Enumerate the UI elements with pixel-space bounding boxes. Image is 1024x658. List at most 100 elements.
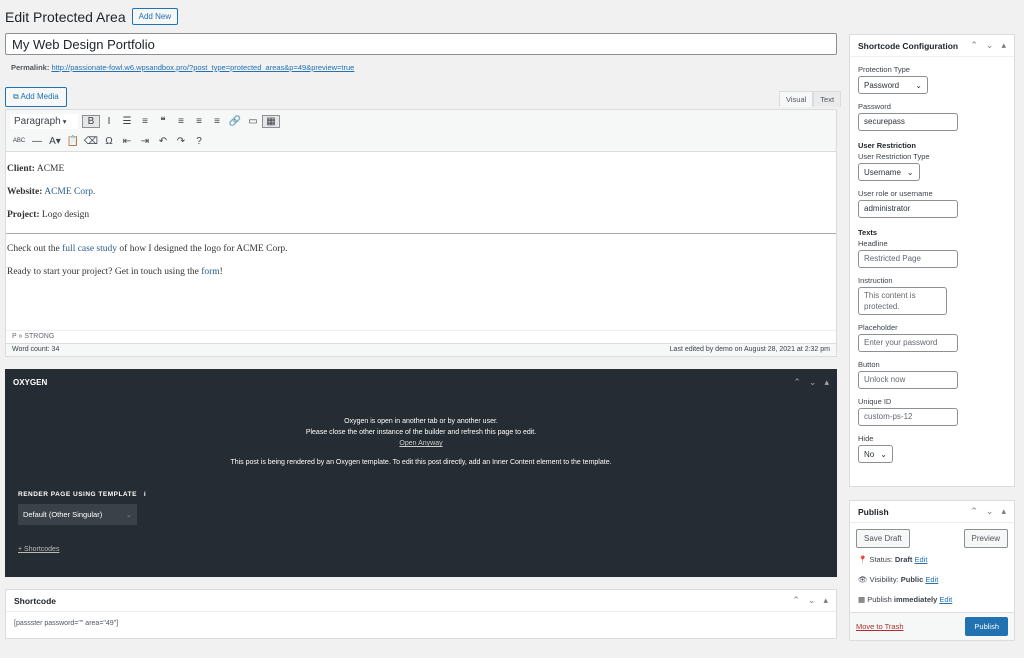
open-anyway-link[interactable]: Open Anyway — [399, 440, 442, 447]
password-input[interactable]: securepass — [858, 113, 958, 131]
publish-box: Publish ⌃ ⌄ ▴ Save Draft Preview 📍 Status: D… — [849, 500, 1015, 641]
user-restriction-heading: User Restriction — [858, 141, 916, 150]
editor: Paragraph ▾ B I ☰ ≡ ❝ ≡ ≡ ≡ 🔗 ▭ ▦ ABC — A▾ 📋 ⌫ Ω ⇤ ⇥ ↶ ↷? Cl… — [5, 109, 837, 357]
instruction-label: Instruction — [858, 276, 893, 285]
move-up-icon[interactable]: ⌃ — [792, 595, 800, 606]
post-title-input[interactable]: My Web Design Portfolio — [5, 33, 837, 55]
align-center-icon[interactable]: ≡ — [190, 116, 208, 127]
password-label: Password — [858, 102, 891, 111]
add-media-label: Add Media — [20, 92, 59, 101]
move-down-icon[interactable]: ⌄ — [809, 377, 817, 388]
help-icon[interactable]: ? — [190, 136, 208, 147]
restriction-type-select[interactable]: Username ⌄ — [858, 163, 920, 181]
oxygen-box: OXYGEN ⌃ ⌄ ▴ Oxygen is open in another tab… — [5, 369, 837, 577]
outdent-icon[interactable]: ⇤ — [118, 136, 136, 147]
editor-content[interactable]: Client: ACME Website: ACME Corp. Project… — [6, 152, 836, 330]
collapse-icon[interactable]: ▴ — [823, 595, 828, 606]
permalink: Permalink: http://passionate-fowl.w6.wps… — [11, 63, 354, 72]
link-icon[interactable]: 🔗 — [226, 116, 244, 127]
unique-id-input[interactable]: custom-ps-12 — [858, 408, 958, 426]
chevron-down-icon: ⌄ — [125, 510, 132, 519]
page-title: Edit Protected Area — [5, 8, 126, 25]
move-down-icon[interactable]: ⌄ — [986, 506, 994, 517]
headline-input[interactable]: Restricted Page — [858, 250, 958, 268]
italic-icon[interactable]: I — [100, 116, 118, 127]
user-input[interactable]: administrator — [858, 200, 958, 218]
pin-icon: 📍 — [858, 555, 868, 564]
shortcodes-link[interactable]: + Shortcodes — [18, 546, 59, 553]
strikethrough-icon[interactable]: ABC — [10, 138, 28, 144]
bullet-list-icon[interactable]: ☰ — [118, 116, 136, 127]
toolbar-toggle-icon[interactable]: ▦ — [262, 114, 280, 128]
info-icon[interactable]: i — [144, 491, 146, 498]
user-label: User role or username — [858, 189, 933, 198]
undo-icon[interactable]: ↶ — [154, 136, 172, 147]
horizontal-line-icon[interactable]: — — [28, 136, 46, 147]
numbered-list-icon[interactable]: ≡ — [136, 116, 154, 127]
case-study-link[interactable]: full case study — [62, 244, 117, 254]
unique-id-label: Unique ID — [858, 397, 892, 406]
clear-formatting-icon[interactable]: ⌫ — [82, 136, 100, 147]
hide-label: Hide — [858, 434, 874, 443]
element-path: P » STRONG — [6, 330, 836, 343]
indent-icon[interactable]: ⇥ — [136, 136, 154, 147]
add-media-button[interactable]: ⧉ Add Media — [5, 87, 67, 107]
permalink-link[interactable]: http://passionate-fowl.w6.wpsandbox.pro/… — [51, 63, 354, 72]
paste-text-icon[interactable]: 📋 — [64, 136, 82, 147]
oxygen-msg: Oxygen is open in another tab or by anot… — [344, 418, 498, 425]
move-to-trash-link[interactable]: Move to Trash — [856, 622, 904, 631]
placeholder-input[interactable]: Enter your password — [858, 334, 958, 352]
publish-title: Publish — [858, 506, 889, 517]
align-left-icon[interactable]: ≡ — [172, 116, 190, 127]
collapse-icon[interactable]: ▴ — [1001, 40, 1006, 51]
edit-date-link[interactable]: Edit — [939, 595, 952, 604]
protection-type-select[interactable]: Password ⌄ — [858, 76, 928, 94]
save-draft-button[interactable]: Save Draft — [856, 529, 910, 548]
tab-text[interactable]: Text — [813, 91, 842, 107]
blockquote-icon[interactable]: ❝ — [154, 116, 172, 127]
placeholder-label: Placeholder — [858, 323, 898, 332]
shortcode-box: Shortcode ⌃ ⌄ ▴ [passster password="" area=… — [5, 589, 837, 639]
calendar-icon: ▦ — [858, 595, 866, 604]
move-down-icon[interactable]: ⌄ — [986, 40, 994, 51]
add-media-icon: ⧉ — [13, 92, 19, 101]
read-more-icon[interactable]: ▭ — [244, 116, 262, 127]
eye-icon: 👁 — [858, 575, 868, 584]
move-up-icon[interactable]: ⌃ — [970, 506, 978, 517]
oxygen-title: OXYGEN — [13, 378, 48, 387]
preview-button[interactable]: Preview — [963, 529, 1008, 548]
texts-heading: Texts — [858, 228, 878, 237]
edit-visibility-link[interactable]: Edit — [925, 575, 938, 584]
collapse-icon[interactable]: ▴ — [1001, 506, 1006, 517]
form-link[interactable]: form — [201, 267, 219, 277]
render-label: RENDER PAGE USING TEMPLATE — [18, 491, 137, 498]
hide-select[interactable]: No ⌄ — [858, 445, 893, 463]
move-up-icon[interactable]: ⌃ — [793, 377, 801, 388]
shortcode-title: Shortcode — [14, 595, 57, 606]
website-link[interactable]: ACME Corp. — [44, 187, 95, 197]
shortcode-value[interactable]: [passster password="" area="49"] — [6, 612, 836, 635]
oxygen-msg: Please close the other instance of the b… — [305, 429, 537, 436]
shortcode-config-box: Shortcode Configuration ⌃ ⌄ ▴ Protection Ty… — [849, 34, 1015, 487]
oxygen-template-msg: This post is being rendered by an Oxygen… — [230, 459, 612, 466]
button-text-input[interactable]: Unlock now — [858, 371, 958, 389]
align-right-icon[interactable]: ≡ — [208, 116, 226, 127]
move-down-icon[interactable]: ⌄ — [808, 595, 816, 606]
instruction-textarea[interactable]: This content is protected. — [858, 287, 947, 315]
config-title: Shortcode Configuration — [858, 40, 959, 51]
edit-status-link[interactable]: Edit — [915, 555, 928, 564]
move-up-icon[interactable]: ⌃ — [970, 40, 978, 51]
special-character-icon[interactable]: Ω — [100, 136, 118, 147]
publish-button[interactable]: Publish — [965, 617, 1008, 636]
permalink-label: Permalink: — [11, 63, 50, 72]
text-color-icon[interactable]: A▾ — [46, 136, 64, 147]
format-select[interactable]: Paragraph ▾ — [10, 113, 78, 129]
tab-visual[interactable]: Visual — [779, 91, 814, 107]
collapse-icon[interactable]: ▴ — [824, 377, 829, 388]
button-text-label: Button — [858, 360, 880, 369]
last-edited: Last edited by demo on August 28, 2021 a… — [669, 346, 830, 353]
add-new-button[interactable]: Add New — [131, 8, 179, 25]
template-select[interactable]: Default (Other Singular) ⌄ — [18, 504, 137, 525]
redo-icon[interactable]: ↷ — [172, 136, 190, 147]
bold-icon[interactable]: B — [82, 114, 100, 128]
